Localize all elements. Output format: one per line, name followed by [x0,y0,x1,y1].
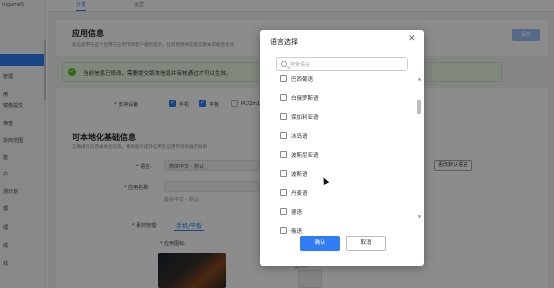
language-checkbox[interactable] [280,94,287,101]
cancel-button[interactable]: 取消 [346,236,386,251]
dialog-title: 语言选择 [270,38,298,46]
language-select-dialog: 语言选择 ✕ 搜索语言 巴西葡语白俄罗斯语保加利亚语冰岛语波斯尼亚语波斯语丹麦语… [260,30,424,266]
language-checkbox[interactable] [280,189,287,196]
language-option[interactable]: 波斯尼亚语 [276,150,408,160]
language-option-label: 冰岛语 [291,134,308,140]
language-checkbox[interactable] [280,170,287,177]
language-checkbox[interactable] [280,132,287,139]
language-option[interactable]: 保加利亚语 [276,112,408,122]
close-icon[interactable]: ✕ [408,34,416,44]
confirm-button[interactable]: 确认 [300,236,340,251]
language-checkbox[interactable] [280,227,287,234]
language-option[interactable]: 德语 [276,207,408,217]
language-checkbox[interactable] [280,208,287,215]
language-search-input[interactable]: 搜索语言 [276,57,408,71]
language-option[interactable]: 冰岛语 [276,131,408,141]
language-option[interactable]: 丹麦语 [276,188,408,198]
language-option-label: 德语 [291,210,303,216]
language-list: 巴西葡语白俄罗斯语保加利亚语冰岛语波斯尼亚语波斯语丹麦语德语俄语 [276,74,416,250]
language-option-label: 白俄罗斯语 [291,96,319,102]
language-option[interactable]: 白俄罗斯语 [276,93,408,103]
language-option[interactable]: 巴西葡语 [276,74,408,84]
search-icon [281,61,287,67]
language-option-label: 保加利亚语 [291,115,319,121]
language-option-label: 波斯语 [291,172,308,178]
language-option-label: 波斯尼亚语 [291,153,319,159]
language-option-label: 巴西葡语 [291,77,314,83]
language-option[interactable]: 波斯语 [276,169,408,179]
language-option-label: 俄语 [291,229,303,235]
language-checkbox[interactable] [280,113,287,120]
scroll-up-icon[interactable]: ▲ [418,76,421,81]
language-option[interactable]: 俄语 [276,226,408,236]
language-checkbox[interactable] [280,75,287,82]
scroll-down-icon[interactable]: ▼ [418,214,421,219]
search-placeholder: 搜索语言 [290,62,311,68]
language-option-label: 丹麦语 [291,191,308,197]
language-checkbox[interactable] [280,151,287,158]
language-list-scrollbar[interactable] [417,100,421,114]
